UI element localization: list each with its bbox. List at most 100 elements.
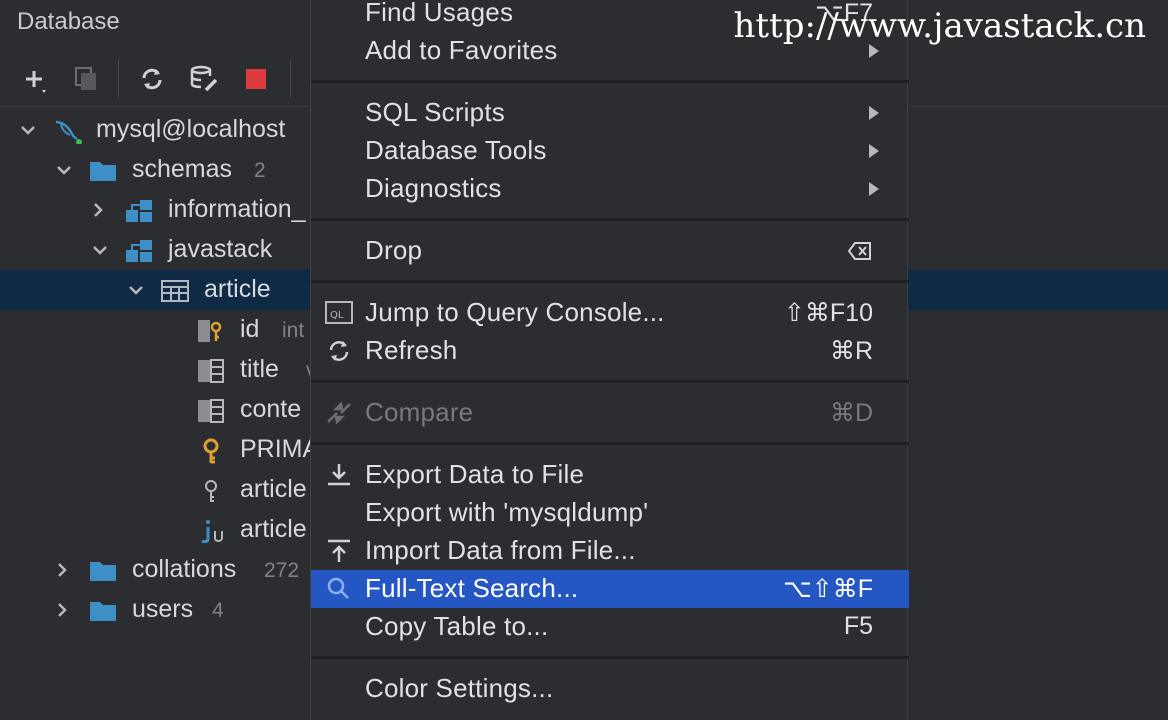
index-label: article	[240, 515, 307, 543]
schemas-label: schemas	[132, 155, 233, 183]
tree-node-column-id[interactable]: id int	[0, 310, 320, 350]
menu-item-label: SQL Scripts	[365, 97, 505, 127]
menu-item-refresh[interactable]: Refresh ⌘R	[311, 332, 909, 370]
key-icon	[203, 438, 219, 464]
collations-label: collations	[132, 555, 237, 583]
menu-item-label: Import Data from File...	[365, 535, 636, 565]
chevron-down-icon[interactable]	[18, 120, 38, 140]
menu-item-jump-to-query-console[interactable]: QL Jump to Query Console... ⇧⌘F10	[311, 294, 909, 332]
watermark-text: http://www.javastack.cn	[733, 6, 1147, 46]
query-console-icon: QL	[325, 301, 353, 324]
compare-icon	[327, 401, 351, 425]
users-count: 4	[212, 599, 224, 622]
synchronize-button[interactable]	[134, 62, 170, 96]
menu-item-full-text-search[interactable]: Full-Text Search... ⌥⇧⌘F	[311, 570, 909, 608]
menu-item-compare[interactable]: Compare ⌘D	[311, 394, 909, 432]
context-menu: Find Usages ⌥F7 Add to Favorites SQL Scr…	[310, 0, 909, 720]
chevron-down-icon[interactable]	[54, 160, 74, 180]
add-button[interactable]	[16, 62, 52, 96]
menu-item-label: Full-Text Search...	[365, 573, 579, 603]
stop-icon	[246, 69, 266, 89]
column-name: conte	[240, 395, 302, 423]
users-label: users	[132, 595, 194, 623]
menu-item-label: Jump to Query Console...	[365, 297, 665, 327]
stop-button[interactable]	[238, 62, 274, 96]
index-label: article	[240, 475, 307, 503]
menu-separator	[311, 442, 909, 445]
tree-node-users[interactable]: users 4	[0, 590, 320, 630]
menu-item-copy-table-to[interactable]: Copy Table to... F5	[311, 608, 909, 646]
menu-item-label: Diagnostics	[365, 173, 502, 203]
panel-title: Database	[17, 8, 120, 35]
column-name: id	[240, 315, 260, 343]
menu-item-export-data-to-file[interactable]: Export Data to File	[311, 456, 909, 494]
menu-separator	[311, 380, 909, 383]
chevron-right-icon[interactable]	[88, 200, 108, 220]
schema-icon	[126, 200, 152, 222]
toolbar-separator	[118, 60, 119, 98]
tree-node-information-schema[interactable]: information_	[0, 190, 320, 230]
chevron-down-icon[interactable]	[90, 240, 110, 260]
tree-node-connection[interactable]: mysql@localhost	[0, 110, 320, 150]
export-download-icon	[328, 464, 350, 486]
menu-item-label: Refresh	[365, 335, 458, 365]
submenu-arrow-icon	[869, 144, 879, 158]
submenu-arrow-icon	[869, 106, 879, 120]
copy-icon	[75, 67, 96, 90]
menu-item-diagnostics[interactable]: Diagnostics	[311, 170, 909, 208]
refresh-icon	[142, 68, 162, 90]
menu-item-database-tools[interactable]: Database Tools	[311, 132, 909, 170]
folder-icon	[90, 162, 116, 181]
menu-item-shortcut: ⇧⌘F10	[783, 299, 873, 327]
tree-node-index[interactable]: article	[0, 470, 320, 510]
primary-key-column-icon	[198, 320, 222, 342]
submenu-arrow-icon	[869, 182, 879, 196]
menu-item-label: Color Settings...	[365, 673, 554, 703]
unique-index-icon	[201, 520, 223, 544]
plus-icon	[26, 71, 46, 93]
tree-node-schemas[interactable]: schemas 2	[0, 150, 320, 190]
menu-separator	[311, 280, 909, 283]
menu-separator	[311, 656, 909, 659]
collations-count: 272	[264, 559, 300, 582]
menu-item-shortcut: ⌘D	[829, 399, 873, 427]
menu-item-label: Compare	[365, 397, 474, 427]
menu-item-export-with-mysqldump[interactable]: Export with 'mysqldump'	[311, 494, 909, 532]
information-schema-label: information_	[168, 195, 306, 223]
menu-item-label: Database Tools	[365, 135, 547, 165]
menu-item-drop[interactable]: Drop	[311, 232, 909, 270]
chevron-right-icon[interactable]	[52, 560, 72, 580]
chevron-right-icon[interactable]	[52, 600, 72, 620]
menu-separator	[311, 80, 909, 83]
data-source-properties-button[interactable]	[186, 62, 222, 96]
delete-key-icon	[847, 242, 871, 260]
duplicate-button[interactable]	[68, 62, 104, 96]
javastack-label: javastack	[168, 235, 273, 263]
folder-icon	[90, 602, 116, 621]
article-label: article	[204, 275, 271, 303]
tree-node-collations[interactable]: collations 272	[0, 550, 320, 590]
menu-item-color-settings[interactable]: Color Settings...	[311, 670, 909, 708]
menu-item-label: Copy Table to...	[365, 611, 549, 641]
schema-icon	[126, 240, 152, 262]
tree-node-column-content[interactable]: conte	[0, 390, 320, 430]
menu-item-shortcut: ⌘R	[829, 337, 873, 365]
column-name: title	[240, 355, 279, 383]
search-icon	[327, 577, 349, 599]
menu-item-label: Add to Favorites	[365, 35, 558, 65]
menu-item-import-data-from-file[interactable]: Import Data from File...	[311, 532, 909, 570]
database-settings-icon	[190, 65, 218, 92]
svg-text:QL: QL	[330, 310, 344, 321]
mysql-dolphin-icon	[55, 120, 82, 144]
menu-separator	[311, 218, 909, 221]
tree-node-javastack[interactable]: javastack	[0, 230, 320, 270]
column-icon	[198, 399, 224, 423]
tree-node-column-title[interactable]: title v	[0, 350, 320, 390]
tree-node-primary-key[interactable]: PRIMA	[0, 430, 320, 470]
menu-item-sql-scripts[interactable]: SQL Scripts	[311, 94, 909, 132]
toolbar-separator	[290, 60, 291, 98]
menu-item-label: Export Data to File	[365, 459, 585, 489]
tree-node-unique-index[interactable]: article	[0, 510, 320, 550]
chevron-down-icon[interactable]	[126, 280, 146, 300]
connection-label: mysql@localhost	[96, 115, 286, 143]
